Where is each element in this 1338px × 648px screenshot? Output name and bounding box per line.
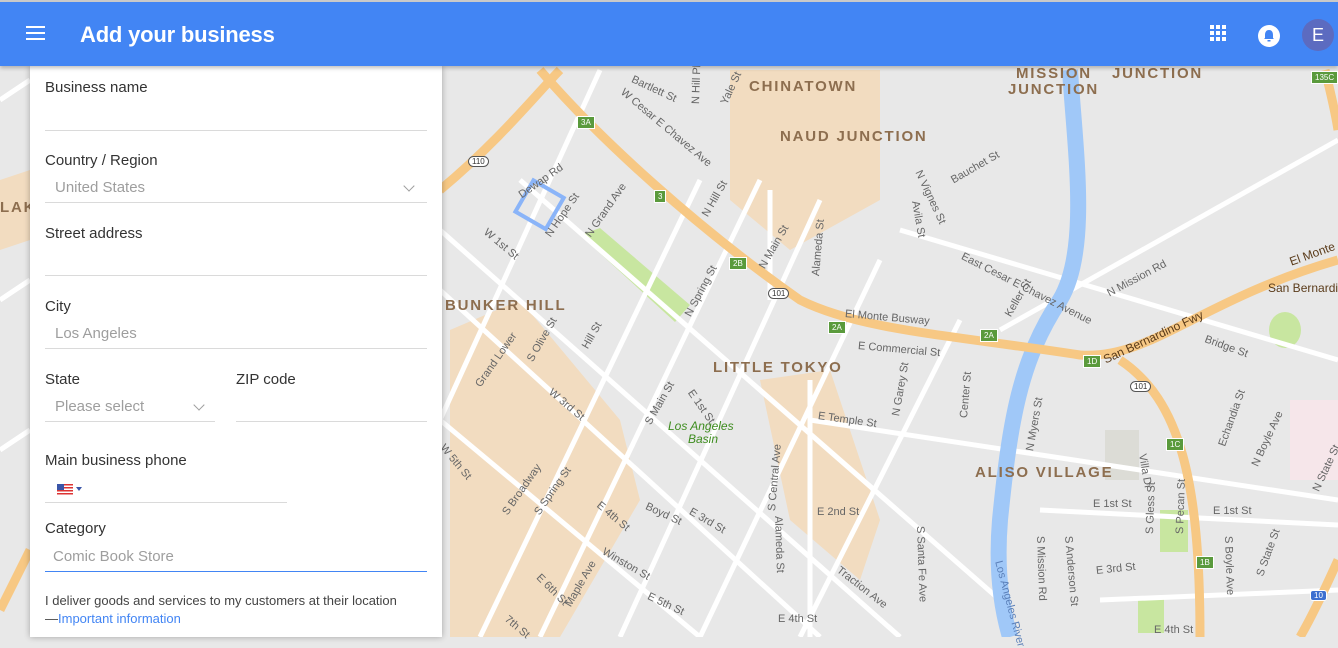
street-label: E 4th St	[1154, 624, 1194, 636]
street-label: E 1st St	[1093, 498, 1132, 510]
street-label: E 2nd St	[817, 506, 860, 518]
exit-marker: 3A	[577, 116, 595, 129]
field-underline-active	[45, 571, 427, 572]
bell-icon[interactable]	[1258, 25, 1280, 47]
district-label: MISSION	[1016, 65, 1092, 82]
phone-input[interactable]	[45, 502, 287, 503]
page-title: Add your business	[80, 22, 275, 47]
business-name-field[interactable]: Business name	[45, 79, 427, 131]
route-shield: 110	[468, 156, 489, 167]
chevron-down-icon	[193, 399, 205, 411]
park-label: Basin	[688, 432, 719, 446]
country-select[interactable]: Country / Region United States	[45, 152, 427, 203]
street-label: S Pecan St	[1174, 478, 1188, 535]
zip-code-input[interactable]	[236, 421, 427, 422]
zip-code-label: ZIP code	[236, 371, 296, 388]
district-label: ALISO VILLAGE	[975, 464, 1114, 481]
important-information-link[interactable]: Important information	[58, 611, 181, 626]
state-label: State	[45, 371, 81, 388]
field-underline	[45, 348, 427, 349]
apps-grid-icon[interactable]	[1210, 25, 1230, 45]
street-label: San Bernardino	[1268, 281, 1338, 295]
phone-label: Main business phone	[45, 452, 187, 469]
exit-marker: 2A	[980, 329, 998, 342]
park-label: Los Angeles	[668, 419, 734, 433]
window-top-border	[0, 0, 1338, 2]
delivery-note-text: I deliver goods and services to my custo…	[45, 593, 397, 608]
district-label: NAUD JUNCTION	[780, 128, 928, 145]
exit-marker: 1C	[1166, 438, 1185, 451]
route-shield: 101	[1130, 381, 1152, 392]
street-label: S Mission Rd	[1034, 535, 1049, 601]
district-label: BUNKER HILL	[445, 297, 567, 314]
street-label: Alameda St	[772, 515, 786, 574]
category-label: Category	[45, 520, 106, 537]
exit-marker: 135C	[1311, 71, 1338, 84]
zip-code-field[interactable]: ZIP code	[236, 371, 427, 422]
route-shield: 101	[768, 288, 790, 299]
district-label: CHINATOWN	[749, 78, 858, 95]
app-header: Add your business E	[0, 2, 1338, 66]
district-label: JUNCTION	[1112, 65, 1204, 82]
district-label: JUNCTION	[1008, 81, 1100, 98]
street-label: E 4th St	[778, 613, 818, 625]
business-name-label: Business name	[45, 79, 148, 96]
street-label: S Gless St	[1144, 481, 1158, 535]
exit-marker: 2B	[729, 257, 747, 270]
exit-marker: 1D	[1083, 355, 1102, 368]
street-address-input[interactable]	[45, 275, 427, 276]
hamburger-menu-icon[interactable]	[22, 22, 50, 46]
street-label: N Hill Pl	[690, 64, 704, 105]
chevron-down-icon	[403, 180, 415, 192]
exit-marker: 3	[654, 190, 667, 203]
category-value: Comic Book Store	[53, 548, 174, 565]
delivery-note: I deliver goods and services to my custo…	[45, 593, 397, 626]
street-address-field[interactable]: Street address	[45, 225, 427, 276]
country-label: Country / Region	[45, 152, 158, 169]
business-name-input[interactable]	[45, 130, 427, 131]
exit-marker: 1B	[1196, 556, 1214, 569]
street-label: E 1st St	[1213, 505, 1252, 517]
street-address-label: Street address	[45, 225, 143, 242]
route-shield: 10	[1310, 590, 1327, 601]
state-select[interactable]: State Please select	[45, 371, 215, 422]
city-field[interactable]: City Los Angeles	[45, 298, 427, 349]
street-label: S Boyle Ave	[1222, 535, 1237, 596]
country-code-dropdown-icon[interactable]	[76, 487, 82, 491]
field-underline	[45, 202, 427, 203]
city-value: Los Angeles	[55, 325, 137, 342]
state-value: Please select	[55, 398, 145, 415]
avatar[interactable]: E	[1302, 19, 1334, 51]
field-underline	[45, 421, 215, 422]
country-value: United States	[55, 179, 146, 196]
city-label: City	[45, 298, 71, 315]
exit-marker: 2A	[828, 321, 846, 334]
add-business-form: Business name Country / Region United St…	[30, 66, 442, 637]
us-flag-icon[interactable]	[57, 482, 73, 495]
category-field[interactable]: Category Comic Book Store	[45, 520, 427, 572]
district-label: LITTLE TOKYO	[713, 359, 843, 376]
phone-field[interactable]: Main business phone	[45, 452, 287, 503]
